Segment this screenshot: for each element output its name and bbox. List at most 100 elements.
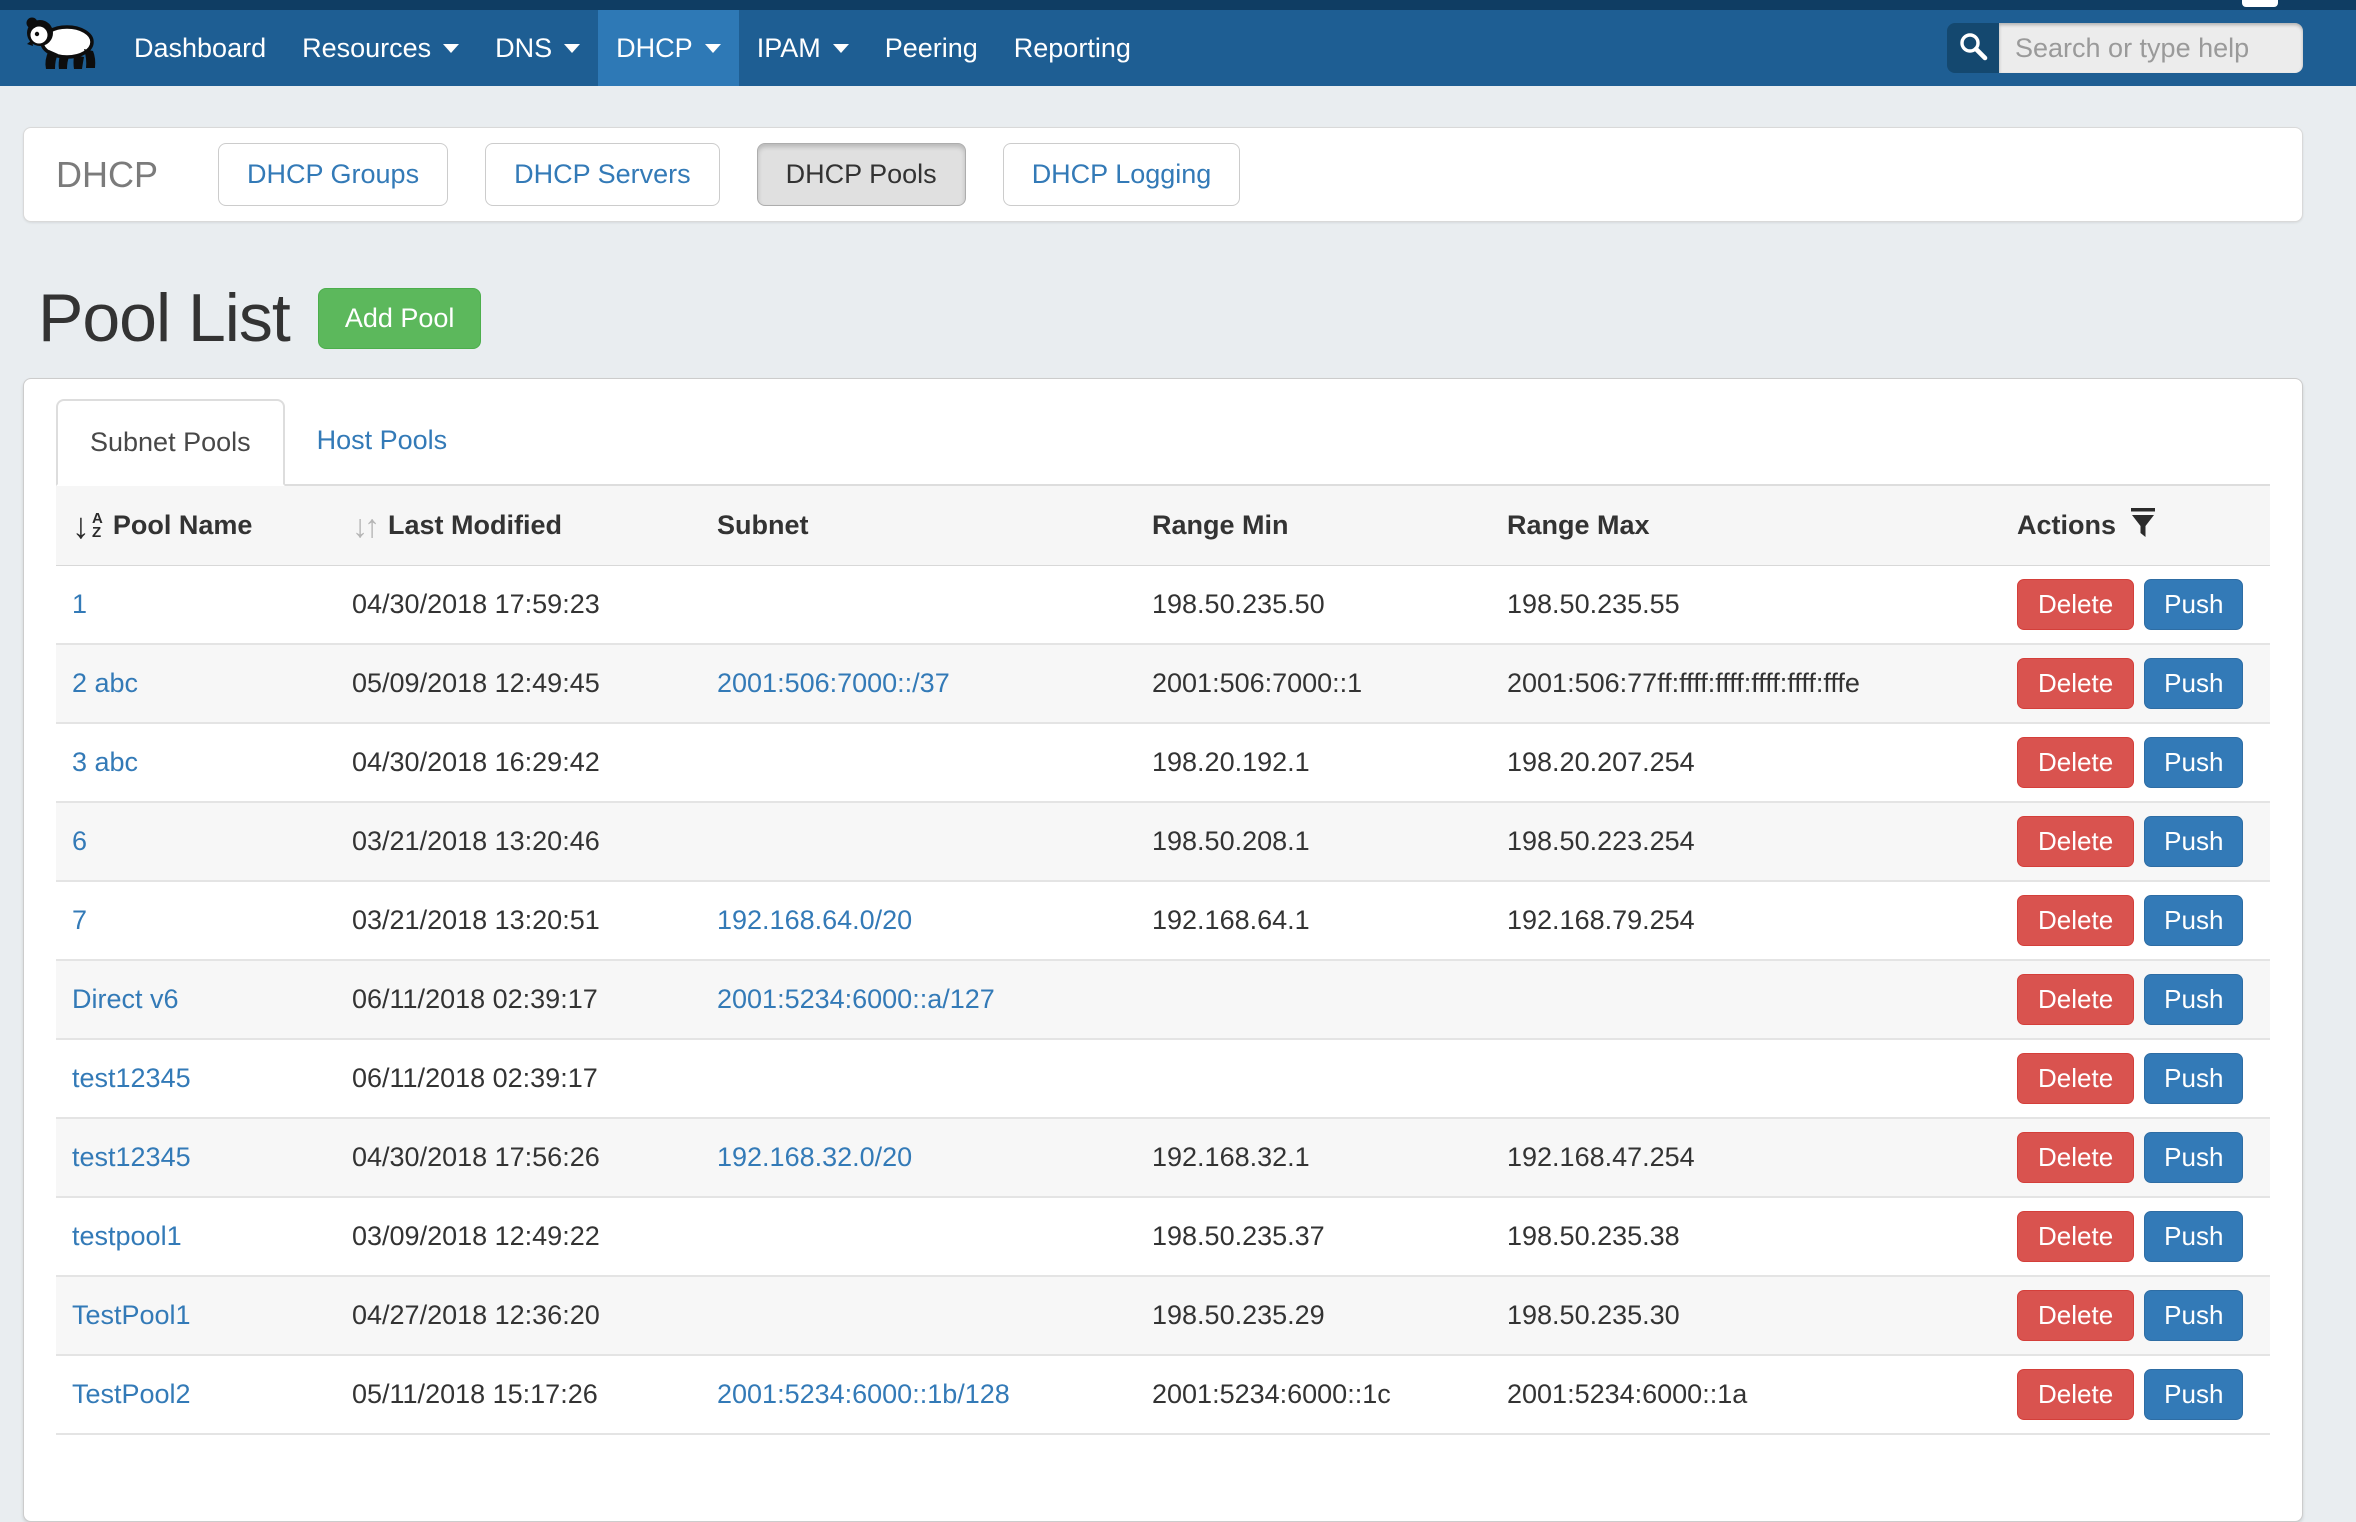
range-min-value: 198.50.235.37 bbox=[1152, 1221, 1325, 1251]
pool-name-link[interactable]: testpool1 bbox=[72, 1221, 182, 1251]
sort-both-icon[interactable]: ↓↑ bbox=[352, 510, 380, 542]
subnet-link[interactable]: 2001:506:7000::/37 bbox=[717, 668, 950, 698]
dhcp-servers-button[interactable]: DHCP Servers bbox=[485, 143, 720, 206]
sort-alpha-asc-icon[interactable]: ↓AZ bbox=[72, 508, 103, 544]
nav-item-ipam[interactable]: IPAM bbox=[739, 10, 867, 86]
subnet-link[interactable]: 192.168.32.0/20 bbox=[717, 1142, 912, 1172]
search-button[interactable] bbox=[1947, 23, 1999, 73]
push-button[interactable]: Push bbox=[2144, 658, 2243, 709]
actions-cell: DeletePush bbox=[2001, 644, 2270, 723]
delete-button[interactable]: Delete bbox=[2017, 737, 2134, 788]
push-button[interactable]: Push bbox=[2144, 895, 2243, 946]
dhcp-logging-button[interactable]: DHCP Logging bbox=[1003, 143, 1241, 206]
column-header-actions[interactable]: Actions bbox=[2001, 486, 2270, 566]
range-max-cell: 192.168.79.254 bbox=[1491, 881, 2001, 960]
pool-name-link[interactable]: test12345 bbox=[72, 1142, 191, 1172]
push-button[interactable]: Push bbox=[2144, 579, 2243, 630]
push-button[interactable]: Push bbox=[2144, 1053, 2243, 1104]
filter-funnel-icon[interactable] bbox=[2130, 506, 2156, 545]
a-z-letters: AZ bbox=[92, 512, 103, 540]
column-header-last-modified[interactable]: ↓↑Last Modified bbox=[336, 486, 701, 566]
column-header-range-min[interactable]: Range Min bbox=[1136, 486, 1491, 566]
pool-name-link[interactable]: TestPool2 bbox=[72, 1379, 191, 1409]
chevron-down-icon bbox=[443, 44, 459, 53]
chevron-down-icon bbox=[833, 44, 849, 53]
range-max-cell: 2001:5234:6000::1a bbox=[1491, 1355, 2001, 1434]
actions-cell: DeletePush bbox=[2001, 723, 2270, 802]
pool-name-cell: 6 bbox=[56, 802, 336, 881]
range-max-cell bbox=[1491, 1039, 2001, 1118]
range-min-cell: 192.168.64.1 bbox=[1136, 881, 1491, 960]
delete-button[interactable]: Delete bbox=[2017, 1211, 2134, 1262]
pool-name-link[interactable]: Direct v6 bbox=[72, 984, 179, 1014]
subnet-link[interactable]: 192.168.64.0/20 bbox=[717, 905, 912, 935]
column-header-label: Range Max bbox=[1507, 510, 1650, 541]
last-modified-cell: 03/21/2018 13:20:46 bbox=[336, 802, 701, 881]
table-row: TestPool205/11/2018 15:17:262001:5234:60… bbox=[56, 1355, 2270, 1434]
last-modified-value: 03/21/2018 13:20:46 bbox=[352, 826, 600, 856]
pool-name-link[interactable]: 6 bbox=[72, 826, 87, 856]
last-modified-value: 04/30/2018 17:56:26 bbox=[352, 1142, 600, 1172]
actions-cell: DeletePush bbox=[2001, 1039, 2270, 1118]
search-input[interactable] bbox=[1999, 23, 2303, 73]
last-modified-value: 06/11/2018 02:39:17 bbox=[352, 984, 598, 1014]
pool-name-link[interactable]: 2 abc bbox=[72, 668, 138, 698]
column-header-label: Range Min bbox=[1152, 510, 1289, 541]
column-header-subnet[interactable]: Subnet bbox=[701, 486, 1136, 566]
pool-name-link[interactable]: 1 bbox=[72, 589, 87, 619]
search-icon bbox=[1958, 31, 1988, 66]
pool-name-cell: 3 abc bbox=[56, 723, 336, 802]
push-button[interactable]: Push bbox=[2144, 1132, 2243, 1183]
nav-item-dns[interactable]: DNS bbox=[477, 10, 598, 86]
delete-button[interactable]: Delete bbox=[2017, 816, 2134, 867]
range-max-cell: 2001:506:77ff:ffff:ffff:ffff:ffff:fffe bbox=[1491, 644, 2001, 723]
nav-item-resources[interactable]: Resources bbox=[284, 10, 477, 86]
table-header-row: ↓AZ Pool Name ↓↑Last ModifiedSubnet Range M… bbox=[56, 486, 2270, 566]
column-header-pool-name[interactable]: ↓AZ Pool Name bbox=[56, 486, 336, 566]
nav-item-reporting[interactable]: Reporting bbox=[996, 10, 1149, 86]
push-button[interactable]: Push bbox=[2144, 1369, 2243, 1420]
range-max-cell: 198.50.235.30 bbox=[1491, 1276, 2001, 1355]
subnet-link[interactable]: 2001:5234:6000::a/127 bbox=[717, 984, 995, 1014]
push-button[interactable]: Push bbox=[2144, 816, 2243, 867]
push-button[interactable]: Push bbox=[2144, 1211, 2243, 1262]
add-pool-button[interactable]: Add Pool bbox=[318, 288, 482, 349]
brand-logo[interactable] bbox=[24, 10, 100, 86]
subnet-cell: 2001:506:7000::/37 bbox=[701, 644, 1136, 723]
pool-name-link[interactable]: 7 bbox=[72, 905, 87, 935]
nav-item-label: Dashboard bbox=[134, 33, 266, 64]
range-max-value: 198.20.207.254 bbox=[1507, 747, 1695, 777]
tab-host-pools[interactable]: Host Pools bbox=[285, 399, 480, 484]
range-min-cell: 198.50.208.1 bbox=[1136, 802, 1491, 881]
nav-item-dhcp[interactable]: DHCP bbox=[598, 10, 739, 86]
dhcp-groups-button[interactable]: DHCP Groups bbox=[218, 143, 448, 206]
table-row: testpool103/09/2018 12:49:22198.50.235.3… bbox=[56, 1197, 2270, 1276]
pool-name-cell: test12345 bbox=[56, 1118, 336, 1197]
column-header-range-max[interactable]: Range Max bbox=[1491, 486, 2001, 566]
actions-cell: DeletePush bbox=[2001, 1276, 2270, 1355]
range-min-value: 198.50.235.29 bbox=[1152, 1300, 1325, 1330]
push-button[interactable]: Push bbox=[2144, 1290, 2243, 1341]
push-button[interactable]: Push bbox=[2144, 974, 2243, 1025]
tab-subnet-pools[interactable]: Subnet Pools bbox=[56, 399, 285, 486]
column-header-label: Pool Name bbox=[113, 510, 253, 541]
subnet-cell: 192.168.64.0/20 bbox=[701, 881, 1136, 960]
delete-button[interactable]: Delete bbox=[2017, 1053, 2134, 1104]
pool-name-link[interactable]: TestPool1 bbox=[72, 1300, 191, 1330]
pool-name-link[interactable]: 3 abc bbox=[72, 747, 138, 777]
delete-button[interactable]: Delete bbox=[2017, 1132, 2134, 1183]
subnet-link[interactable]: 2001:5234:6000::1b/128 bbox=[717, 1379, 1010, 1409]
nav-item-peering[interactable]: Peering bbox=[867, 10, 996, 86]
range-max-cell: 198.50.235.55 bbox=[1491, 566, 2001, 645]
dhcp-pools-button[interactable]: DHCP Pools bbox=[757, 143, 966, 206]
delete-button[interactable]: Delete bbox=[2017, 974, 2134, 1025]
delete-button[interactable]: Delete bbox=[2017, 895, 2134, 946]
delete-button[interactable]: Delete bbox=[2017, 1290, 2134, 1341]
push-button[interactable]: Push bbox=[2144, 737, 2243, 788]
range-max-value: 2001:5234:6000::1a bbox=[1507, 1379, 1747, 1409]
delete-button[interactable]: Delete bbox=[2017, 579, 2134, 630]
delete-button[interactable]: Delete bbox=[2017, 1369, 2134, 1420]
nav-item-dashboard[interactable]: Dashboard bbox=[116, 10, 284, 86]
delete-button[interactable]: Delete bbox=[2017, 658, 2134, 709]
pool-name-link[interactable]: test12345 bbox=[72, 1063, 191, 1093]
